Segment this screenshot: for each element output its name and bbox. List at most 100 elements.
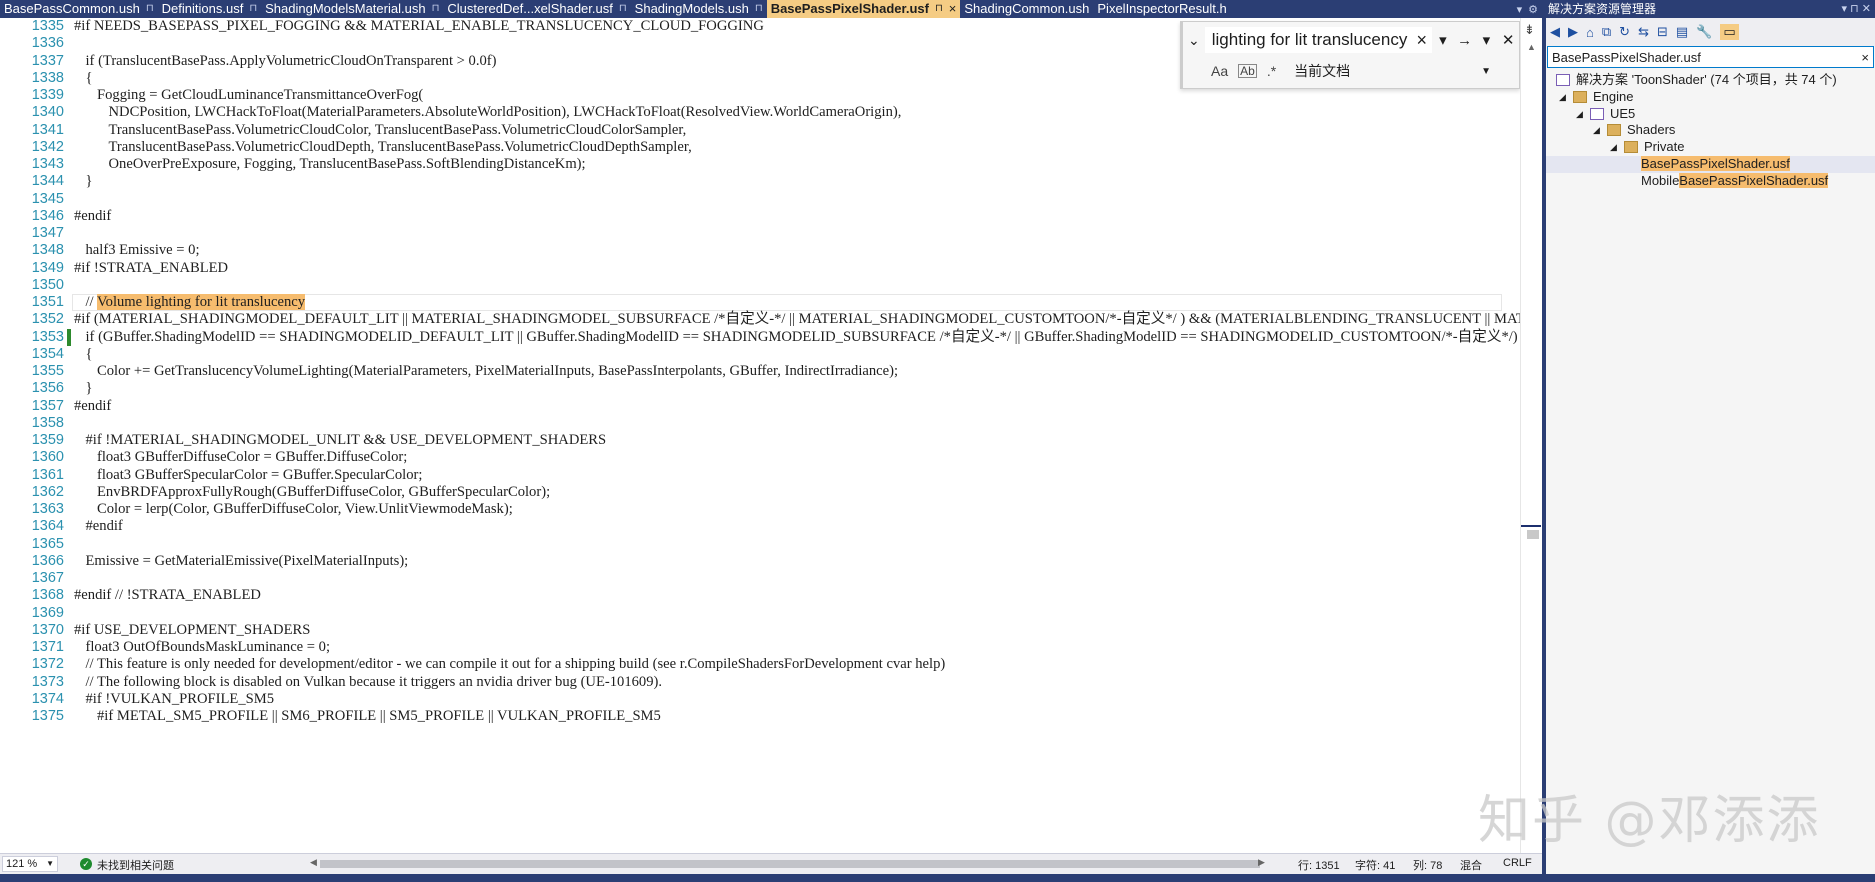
code-line[interactable]: 1351 // Volume lighting for lit transluce…	[0, 294, 1520, 311]
code-line[interactable]: 1341 TranslucentBasePass.VolumetricCloudC…	[0, 122, 1520, 139]
expand-arrow-icon[interactable]: ◢	[1576, 106, 1583, 123]
code-line[interactable]: 1361 float3 GBufferSpecularColor = GBuffe…	[0, 467, 1520, 484]
code-line[interactable]: 1340 NDCPosition, LWCHackToFloat(Material…	[0, 104, 1520, 121]
pin-icon[interactable]: ⊓	[1850, 3, 1859, 15]
find-input[interactable]: lighting for lit translucency ×	[1204, 27, 1433, 53]
code-line[interactable]: 1372 // This feature is only needed for d…	[0, 656, 1520, 673]
code-line[interactable]: 1369	[0, 605, 1520, 622]
tree-node[interactable]: ◢ UE5	[1546, 106, 1875, 123]
code-line[interactable]: 1370 #if USE_DEVELOPMENT_SHADERS	[0, 622, 1520, 639]
code-line[interactable]: 1366 Emissive = GetMaterialEmissive(Pixel…	[0, 553, 1520, 570]
arrow-right-icon[interactable]: →	[1454, 32, 1476, 49]
close-icon[interactable]: ×	[949, 0, 957, 18]
pin-icon[interactable]: ⊓	[755, 0, 763, 18]
scroll-right-icon[interactable]: ▶	[1258, 857, 1265, 868]
expand-arrow-icon[interactable]: ◢	[1559, 89, 1566, 106]
document-tab[interactable]: ShadingModels.ush ⊓	[631, 0, 767, 18]
close-icon[interactable]: ✕	[1862, 3, 1871, 15]
document-tab[interactable]: BasePassCommon.ush ⊓	[0, 0, 158, 18]
find-scope[interactable]: 当前文档	[1294, 61, 1350, 81]
chevron-down-icon[interactable]: ⌄	[1183, 32, 1205, 49]
code-line[interactable]: 1347	[0, 225, 1520, 242]
document-tab[interactable]: ShadingCommon.ush	[960, 0, 1093, 18]
code-line[interactable]: 1344}	[0, 173, 1520, 190]
whole-word-icon[interactable]: Ab	[1238, 64, 1257, 78]
code-line[interactable]: 1355 Color += GetTranslucencyVolumeLighti…	[0, 363, 1520, 380]
sync-icon[interactable]: ⇆	[1638, 24, 1649, 40]
tree-node[interactable]: ◢ Engine	[1546, 89, 1875, 106]
solution-search-input[interactable]: BasePassPixelShader.usf ×	[1547, 46, 1874, 68]
issues-status[interactable]: 未找到相关问题	[97, 857, 174, 873]
code-line[interactable]: 1339 Fogging = GetCloudLuminanceTransmitt…	[0, 87, 1520, 104]
horizontal-scrollbar[interactable]	[320, 860, 1260, 868]
split-window-icon[interactable]: ⇟	[1524, 22, 1535, 38]
expand-arrow-icon[interactable]: ◢	[1593, 122, 1600, 139]
tree-node[interactable]: BasePassPixelShader.usf	[1546, 156, 1875, 173]
code-line[interactable]: 1374 #if !VULKAN_PROFILE_SM5	[0, 691, 1520, 708]
vertical-scrollbar[interactable]: ⇟ ▲	[1520, 18, 1542, 853]
code-line[interactable]: 1362 EnvBRDFApproxFullyRough(GBufferDiffu…	[0, 484, 1520, 501]
chevron-down-icon[interactable]: ▾	[1476, 31, 1498, 49]
document-tab[interactable]: ShadingModelsMaterial.ush ⊓	[261, 0, 443, 18]
tree-node[interactable]: MobileBasePassPixelShader.usf	[1546, 172, 1875, 190]
zoom-select[interactable]: 121 % ▼	[2, 856, 58, 872]
code-line[interactable]: 1375 #if METAL_SM5_PROFILE || SM6_PROFILE…	[0, 708, 1520, 725]
code-line[interactable]: 1346 #endif	[0, 208, 1520, 225]
code-line[interactable]: 1345	[0, 191, 1520, 208]
regex-icon[interactable]: .*	[1267, 63, 1276, 79]
code-line[interactable]: 1352 #if (MATERIAL_SHADINGMODEL_DEFAULT_L…	[0, 311, 1520, 328]
code-line[interactable]: 1357 #endif	[0, 398, 1520, 415]
document-tab[interactable]: ClusteredDef...xelShader.usf ⊓	[443, 0, 630, 18]
scroll-left-icon[interactable]: ◀	[310, 857, 317, 868]
scroll-up-icon[interactable]: ▲	[1527, 42, 1536, 52]
expand-arrow-icon[interactable]: ◢	[1610, 139, 1617, 156]
scroll-thumb[interactable]	[1527, 530, 1539, 539]
forward-icon[interactable]: ▶	[1568, 24, 1578, 40]
switch-views-icon[interactable]: ⧉	[1602, 24, 1611, 40]
pin-icon[interactable]: ⊓	[146, 0, 154, 18]
document-tab[interactable]: BasePassPixelShader.usf ⊓ ×	[766, 0, 961, 18]
dropdown-arrow-icon[interactable]: ▾	[1432, 31, 1454, 49]
code-line[interactable]: 1356}	[0, 380, 1520, 397]
code-line[interactable]: 1365	[0, 536, 1520, 553]
code-line[interactable]: 1368 #endif // !STRATA_ENABLED	[0, 587, 1520, 604]
pin-icon[interactable]: ⊓	[619, 0, 627, 18]
code-line[interactable]: 1342 TranslucentBasePass.VolumetricCloudD…	[0, 139, 1520, 156]
preview-selected-icon[interactable]: ▭	[1720, 24, 1739, 40]
close-icon[interactable]: ✕	[1497, 31, 1519, 49]
document-tab[interactable]: PixelInspectorResult.h	[1093, 0, 1230, 18]
close-icon[interactable]: ×	[1417, 30, 1432, 51]
pin-icon[interactable]: ⊓	[935, 0, 943, 18]
code-line[interactable]: 1360 float3 GBufferDiffuseColor = GBuffer…	[0, 449, 1520, 466]
chevron-down-icon[interactable]: ▾	[1842, 3, 1848, 15]
code-line[interactable]: 1373 // The following block is disabled o…	[0, 674, 1520, 691]
code-line[interactable]: 1348 half3 Emissive = 0;	[0, 242, 1520, 259]
pin-icon[interactable]: ⊓	[432, 0, 440, 18]
code-line[interactable]: 1367	[0, 570, 1520, 587]
code-line[interactable]: 1343 OneOverPreExposure, Fogging, Translu…	[0, 156, 1520, 173]
collapse-all-icon[interactable]: ⊟	[1657, 24, 1668, 40]
close-icon[interactable]: ×	[1861, 50, 1869, 65]
tree-node[interactable]: ◢ Shaders	[1546, 122, 1875, 139]
code-line[interactable]: 1354 {	[0, 346, 1520, 363]
code-line[interactable]: 1364 #endif	[0, 518, 1520, 535]
code-line[interactable]: 1358	[0, 415, 1520, 432]
document-tab[interactable]: Definitions.usf ⊓	[158, 0, 261, 18]
tree-node[interactable]: 解决方案 'ToonShader' (74 个项目，共 74 个)	[1546, 72, 1875, 89]
pin-icon[interactable]: ⊓	[249, 0, 257, 18]
line-ending[interactable]: CRLF	[1503, 857, 1532, 869]
chevron-down-icon[interactable]: ▾	[1517, 3, 1523, 16]
code-line[interactable]: 1349 #if !STRATA_ENABLED	[0, 260, 1520, 277]
pending-changes-icon[interactable]: ↻	[1619, 24, 1630, 40]
code-line[interactable]: 1350	[0, 277, 1520, 294]
show-all-files-icon[interactable]: ▤	[1676, 24, 1688, 40]
chevron-down-icon[interactable]: ▼	[1481, 66, 1491, 77]
tree-node[interactable]: ◢ Private	[1546, 139, 1875, 156]
code-line[interactable]: 1363 Color = lerp(Color, GBufferDiffuseCo…	[0, 501, 1520, 518]
home-icon[interactable]: ⌂	[1586, 25, 1594, 40]
code-line[interactable]: 1371 float3 OutOfBoundsMaskLuminance = 0;	[0, 639, 1520, 656]
code-line[interactable]: 1359 #if !MATERIAL_SHADINGMODEL_UNLIT && …	[0, 432, 1520, 449]
code-line[interactable]: 1353 if (GBuffer.ShadingModelID == SHADIN…	[0, 328, 1520, 346]
back-icon[interactable]: ◀	[1550, 24, 1560, 40]
code-editor[interactable]: 1335 #if NEEDS_BASEPASS_PIXEL_FOGGING && …	[0, 18, 1520, 853]
